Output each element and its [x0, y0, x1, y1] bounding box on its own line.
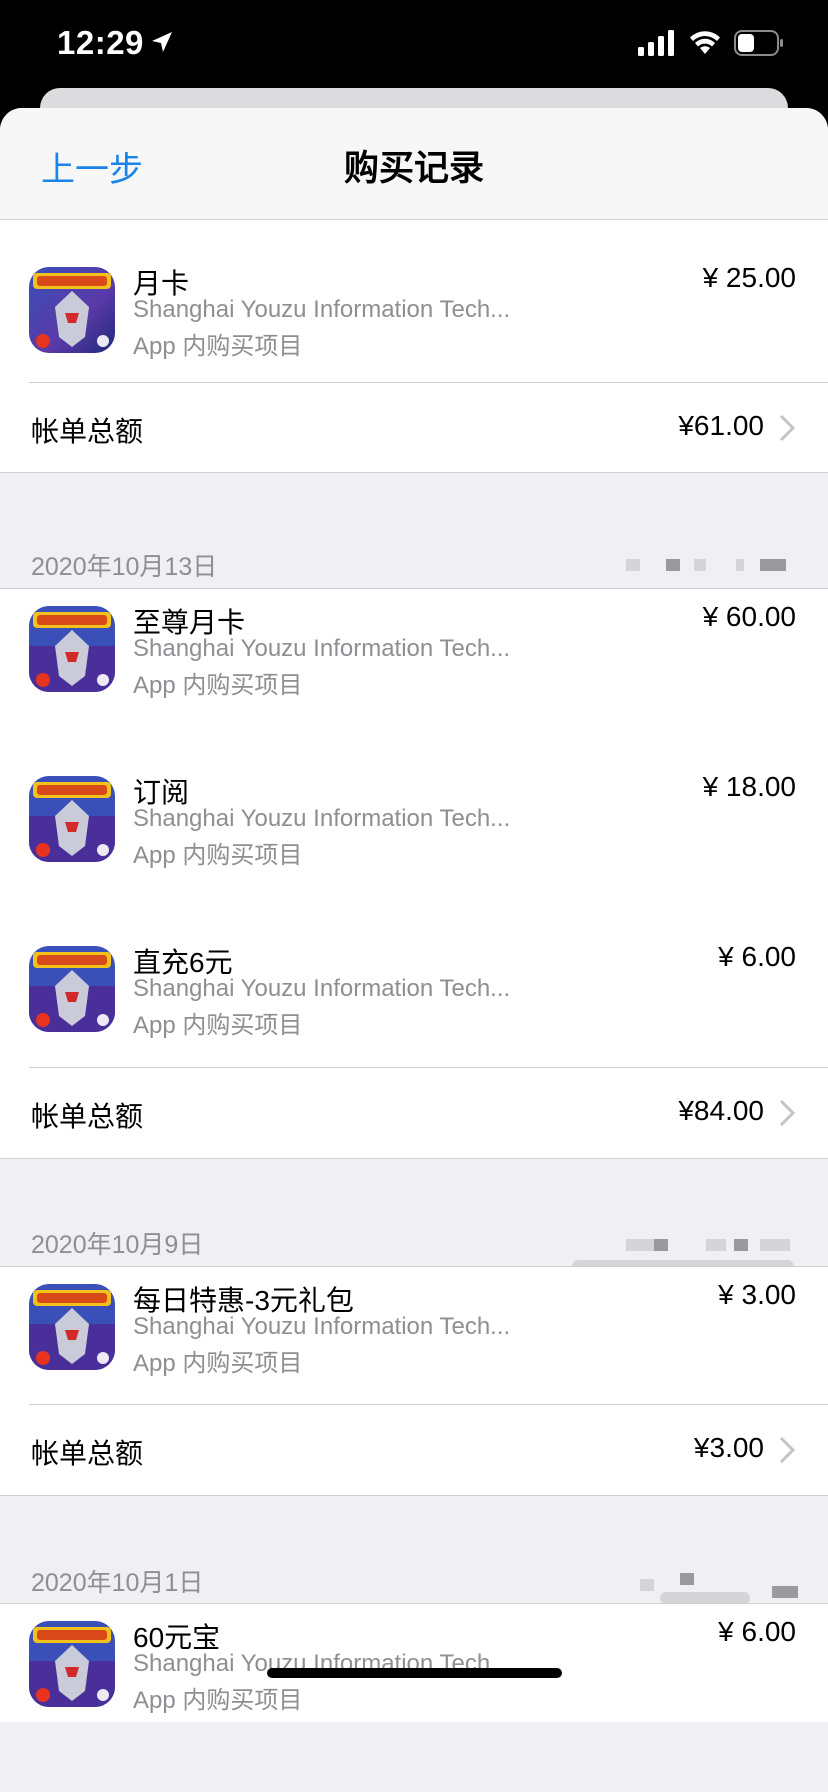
purchase-item[interactable]: 月卡 Shanghai Youzu Information Tech... Ap…: [0, 220, 828, 388]
chevron-right-icon: [779, 414, 796, 442]
chevron-right-icon: [779, 1099, 796, 1127]
purchase-section: 每日特惠-3元礼包 Shanghai Youzu Information Tec…: [0, 1267, 828, 1495]
section-separator: [0, 472, 828, 473]
item-developer: Shanghai Youzu Information Tech...: [133, 975, 511, 1002]
section-date-header: 2020年10月1日: [31, 1569, 204, 1597]
purchase-section: 至尊月卡 Shanghai Youzu Information Tech... …: [0, 589, 828, 1158]
item-type: App 内购买项目: [133, 1350, 303, 1377]
item-type: App 内购买项目: [133, 1012, 303, 1039]
section-separator: [0, 1158, 828, 1159]
redacted-blur: [626, 1239, 654, 1251]
purchase-history-sheet: 上一步 购买记录 月卡 Shanghai Youzu Information T…: [0, 108, 828, 1792]
nav-bar: 上一步 购买记录: [0, 108, 828, 220]
item-developer: Shanghai Youzu Information Tech...: [133, 635, 511, 662]
item-type: App 内购买项目: [133, 672, 303, 699]
redacted-blur: [680, 1573, 694, 1585]
item-price: ¥ 25.00: [702, 262, 796, 293]
game-app-icon: [29, 1621, 115, 1707]
purchase-item[interactable]: 至尊月卡 Shanghai Youzu Information Tech... …: [0, 589, 828, 757]
item-developer: Shanghai Youzu Information Tech...: [133, 1313, 511, 1340]
redacted-blur: [760, 1239, 790, 1251]
game-app-icon: [29, 776, 115, 862]
battery-icon: [734, 30, 783, 56]
item-type: App 内购买项目: [133, 333, 303, 360]
chevron-right-icon: [779, 1436, 796, 1464]
bill-total-amount: ¥61.00: [678, 410, 764, 441]
bill-total-label: 帐单总额: [31, 1101, 144, 1132]
bill-total-label: 帐单总额: [31, 416, 144, 447]
item-price: ¥ 6.00: [718, 1616, 796, 1647]
game-app-icon: [29, 1284, 115, 1370]
item-type: App 内购买项目: [133, 1687, 303, 1714]
item-price: ¥ 18.00: [702, 771, 796, 802]
bill-total-amount: ¥3.00: [693, 1432, 764, 1463]
redacted-blur: [694, 559, 706, 571]
section-date-header: 2020年10月9日: [31, 1231, 204, 1259]
redacted-blur: [654, 1239, 668, 1251]
page-title: 购买记录: [343, 149, 484, 188]
game-app-icon: [29, 267, 115, 353]
redacted-blur: [736, 559, 744, 571]
section-separator: [0, 1495, 828, 1496]
item-developer: Shanghai Youzu Information Tech...: [133, 296, 511, 323]
bill-total-amount: ¥84.00: [678, 1095, 764, 1126]
bill-total-row[interactable]: 帐单总额 ¥84.00: [29, 1067, 828, 1158]
game-app-icon: [29, 606, 115, 692]
redacted-blur: [666, 559, 680, 571]
purchase-item[interactable]: 订阅 Shanghai Youzu Information Tech... Ap…: [0, 759, 828, 927]
redacted-blur: [760, 559, 786, 571]
item-price: ¥ 6.00: [718, 941, 796, 972]
bottom-area: [0, 1722, 828, 1792]
bill-total-row[interactable]: 帐单总额 ¥3.00: [29, 1404, 828, 1495]
item-type: App 内购买项目: [133, 842, 303, 869]
home-indicator[interactable]: [267, 1668, 562, 1678]
redacted-blur: [734, 1239, 748, 1251]
redacted-blur: [626, 559, 640, 571]
redacted-blur: [772, 1586, 798, 1598]
redacted-blur: [706, 1239, 726, 1251]
redacted-blur: [640, 1579, 654, 1591]
game-app-icon: [29, 946, 115, 1032]
bill-total-row[interactable]: 帐单总额 ¥61.00: [29, 382, 828, 473]
item-price: ¥ 60.00: [702, 601, 796, 632]
bill-total-label: 帐单总额: [31, 1438, 144, 1469]
cellular-signal-icon: [638, 30, 674, 56]
item-developer: Shanghai Youzu Information Tech...: [133, 805, 511, 832]
purchase-section: 月卡 Shanghai Youzu Information Tech... Ap…: [0, 220, 828, 472]
location-arrow-icon: [152, 32, 172, 52]
item-price: ¥ 3.00: [718, 1279, 796, 1310]
status-bar: 12:29: [0, 0, 828, 100]
status-time: 12:29: [57, 24, 144, 61]
wifi-icon: [690, 31, 720, 54]
section-date-header: 2020年10月13日: [31, 553, 218, 581]
